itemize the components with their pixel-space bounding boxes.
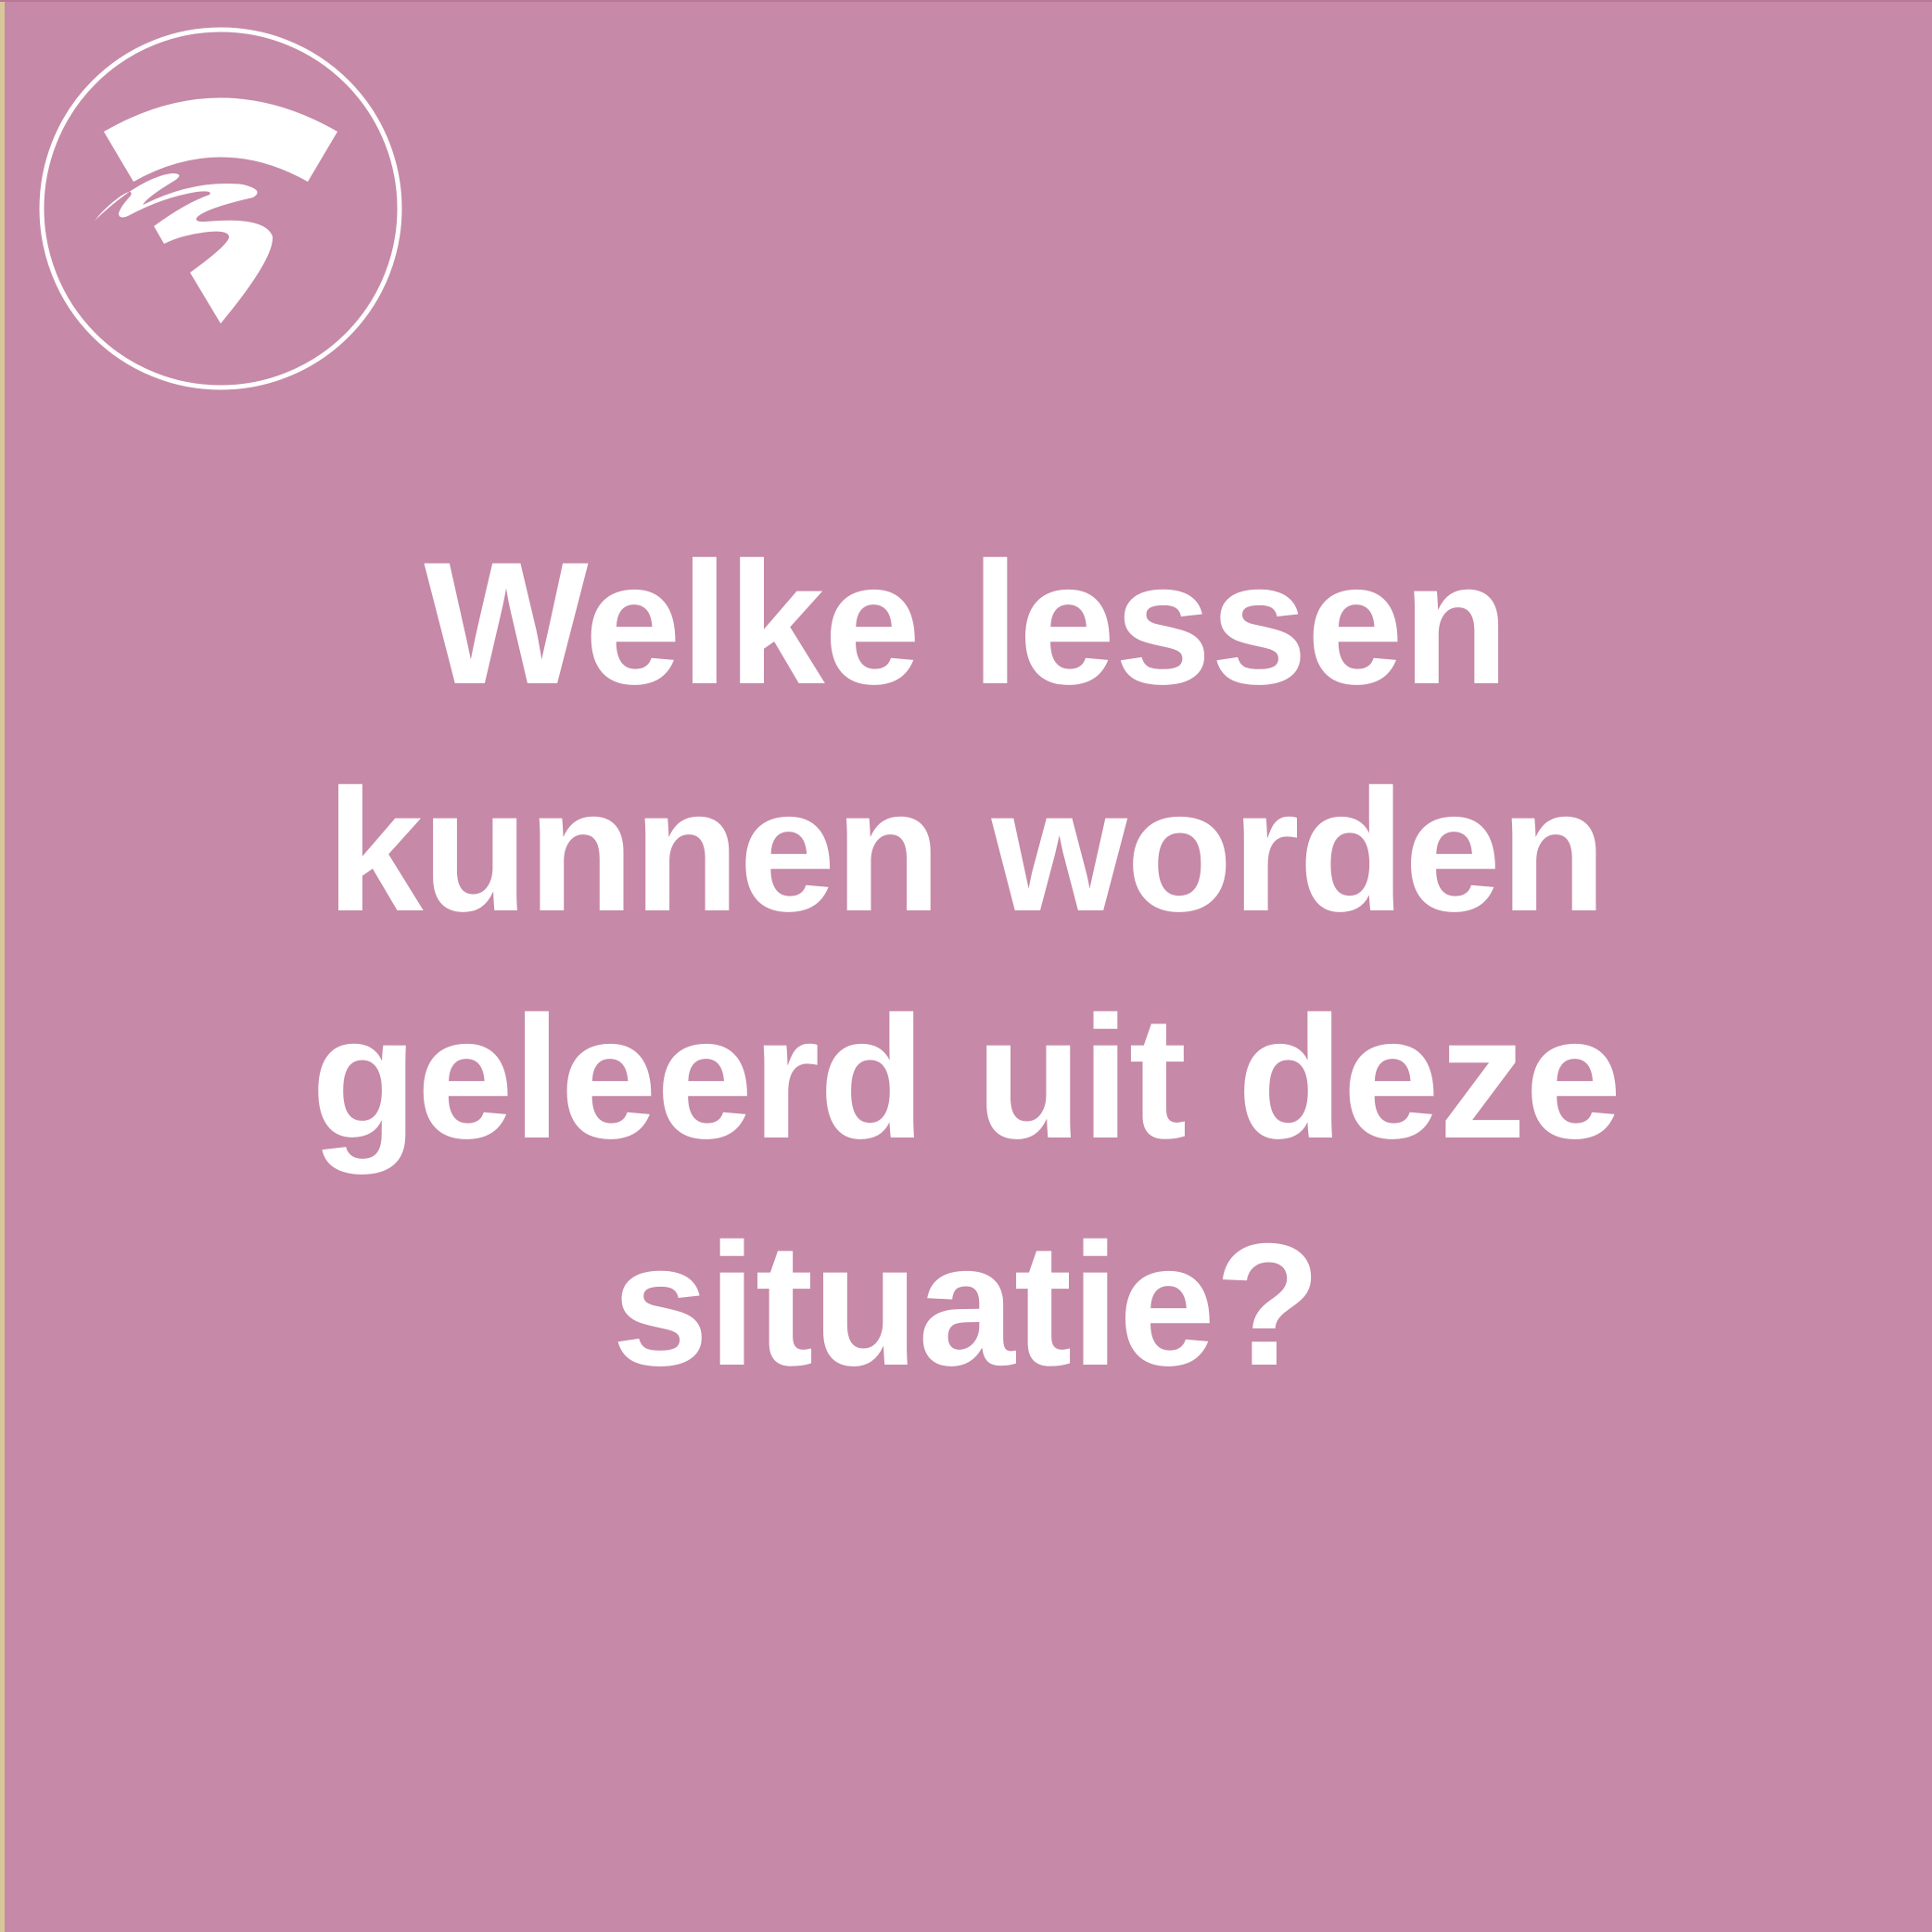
wifi-swoosh-emblem-icon — [39, 27, 402, 390]
top-edge-stripe — [0, 0, 1932, 2]
left-edge-stripe — [0, 0, 5, 1932]
question-heading: Welke lessen kunnen worden geleerd uit d… — [311, 526, 1622, 1402]
